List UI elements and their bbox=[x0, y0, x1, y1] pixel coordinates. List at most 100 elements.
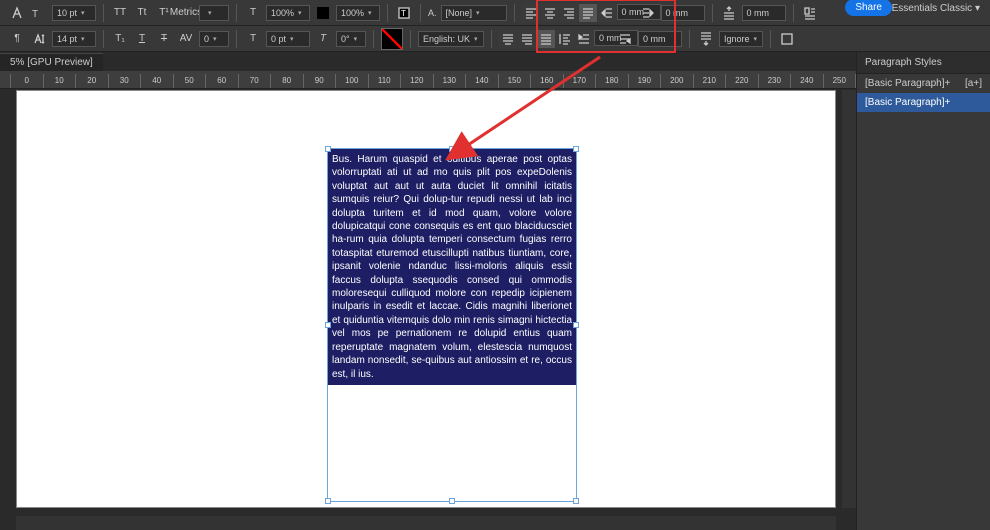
document-tab[interactable]: 5% [GPU Preview] bbox=[0, 53, 103, 71]
indent-left-icon bbox=[598, 4, 616, 22]
skew-field[interactable]: 0° bbox=[336, 31, 366, 47]
align-right-icon[interactable] bbox=[560, 4, 578, 22]
ruler-tick: 60 bbox=[205, 74, 238, 88]
horizontal-ruler[interactable]: 0102030405060708090100110120130140150160… bbox=[0, 71, 990, 89]
ruler-tick: 50 bbox=[173, 74, 206, 88]
ruler-tick: 0 bbox=[10, 74, 43, 88]
align-buttons: 0 mm bbox=[522, 4, 635, 22]
last-line-icon bbox=[616, 30, 634, 48]
ruler-tick: 30 bbox=[108, 74, 141, 88]
panel-title[interactable]: Paragraph Styles bbox=[857, 52, 990, 74]
ruler-tick: 160 bbox=[530, 74, 563, 88]
ruler-tick: 100 bbox=[335, 74, 368, 88]
horizontal-scrollbar[interactable] bbox=[16, 516, 836, 530]
away-spine-icon[interactable] bbox=[556, 30, 574, 48]
justify-center-icon[interactable] bbox=[499, 30, 517, 48]
fill-swatch[interactable] bbox=[381, 28, 403, 50]
ruler-tick: 40 bbox=[140, 74, 173, 88]
justify-left-icon[interactable] bbox=[579, 4, 597, 22]
ruler-tick: 250 bbox=[823, 74, 856, 88]
handle-tm[interactable] bbox=[449, 146, 455, 152]
control-panel: Share Essentials Classic ▾ T 10 pt TT Tt… bbox=[0, 0, 990, 52]
space-before-icon bbox=[720, 4, 738, 22]
kerning-field[interactable] bbox=[199, 5, 229, 21]
hscale2-field[interactable]: 100% bbox=[336, 5, 380, 21]
ruler-tick: 190 bbox=[628, 74, 661, 88]
handle-br[interactable] bbox=[573, 498, 579, 504]
char-style-field[interactable]: [None] bbox=[441, 5, 507, 21]
handle-tl[interactable] bbox=[325, 146, 331, 152]
hscale-field[interactable]: 100% bbox=[266, 5, 310, 21]
handle-bl[interactable] bbox=[325, 498, 331, 504]
leading-icon bbox=[30, 30, 48, 48]
align-left-icon[interactable] bbox=[522, 4, 540, 22]
language-field[interactable]: English: UK bbox=[418, 31, 484, 47]
ruler-tick: 210 bbox=[693, 74, 726, 88]
font-size-icon: T bbox=[30, 4, 48, 22]
skew-icon: T bbox=[314, 30, 332, 48]
style-label: [Basic Paragraph]+ bbox=[865, 97, 950, 108]
smallcaps-icon[interactable]: Tt bbox=[133, 4, 151, 22]
first-line-icon bbox=[575, 30, 593, 48]
indent-right-icon bbox=[639, 4, 657, 22]
handle-bm[interactable] bbox=[449, 498, 455, 504]
body-text[interactable]: Bus. Harum quaspid et oditibus aperae po… bbox=[328, 149, 576, 385]
indent-right-field[interactable]: 0 mm bbox=[661, 5, 705, 21]
ruler-tick: 20 bbox=[75, 74, 108, 88]
para-icon[interactable]: ¶ bbox=[8, 30, 26, 48]
tracking-field[interactable]: 0 bbox=[199, 31, 229, 47]
ruler-tick: 130 bbox=[433, 74, 466, 88]
workspace-switcher[interactable]: Essentials Classic ▾ bbox=[892, 3, 980, 14]
ruler-tick: 170 bbox=[563, 74, 596, 88]
baseline-field[interactable]: 0 pt bbox=[266, 31, 310, 47]
handle-mr[interactable] bbox=[573, 322, 579, 328]
underline-icon[interactable]: T bbox=[133, 30, 151, 48]
dropcap-lines-icon[interactable] bbox=[801, 4, 819, 22]
ruler-tick: 150 bbox=[498, 74, 531, 88]
char-icon[interactable] bbox=[8, 4, 26, 22]
char-style-label: A. bbox=[428, 8, 437, 18]
strike-icon[interactable]: T bbox=[155, 30, 173, 48]
shading-icon[interactable] bbox=[778, 30, 796, 48]
ruler-tick: 110 bbox=[368, 74, 401, 88]
ruler-tick: 10 bbox=[43, 74, 76, 88]
hyphenate-field[interactable]: Ignore bbox=[719, 31, 763, 47]
fill-proxy[interactable]: T bbox=[395, 4, 413, 22]
handle-tr[interactable] bbox=[573, 146, 579, 152]
ruler-tick: 240 bbox=[790, 74, 823, 88]
handle-ml[interactable] bbox=[325, 322, 331, 328]
edit-icon[interactable]: [a+] bbox=[965, 78, 982, 89]
space-after-icon bbox=[697, 30, 715, 48]
justify-right-icon[interactable] bbox=[518, 30, 536, 48]
align-center-icon[interactable] bbox=[541, 4, 559, 22]
text-frame[interactable]: Bus. Harum quaspid et oditibus aperae po… bbox=[327, 148, 577, 502]
ruler-tick: 70 bbox=[238, 74, 271, 88]
ruler-tick: 220 bbox=[725, 74, 758, 88]
justify-all-icon[interactable] bbox=[537, 30, 555, 48]
paragraph-styles-panel: Paragraph Styles [Basic Paragraph]+[a+] … bbox=[856, 52, 990, 530]
subscript-icon[interactable]: T₁ bbox=[111, 30, 129, 48]
style-label: [Basic Paragraph]+ bbox=[865, 78, 950, 89]
ruler-tick: 200 bbox=[660, 74, 693, 88]
svg-text:T: T bbox=[401, 9, 406, 18]
control-row-1: T 10 pt TT Tt T¹ Metrics T 100% 100% T A… bbox=[0, 0, 990, 26]
space-before-field[interactable]: 0 mm bbox=[742, 5, 786, 21]
last-line-field[interactable]: 0 mm bbox=[638, 31, 682, 47]
hscale-icon: T bbox=[244, 4, 262, 22]
ruler-tick: 120 bbox=[400, 74, 433, 88]
char-a-icon bbox=[314, 4, 332, 22]
ruler-tick: 140 bbox=[465, 74, 498, 88]
font-size-field[interactable]: 10 pt bbox=[52, 5, 96, 21]
allcaps-icon[interactable]: TT bbox=[111, 4, 129, 22]
style-basic-paragraph-selected[interactable]: [Basic Paragraph]+ bbox=[857, 93, 990, 112]
vertical-scrollbar[interactable] bbox=[842, 90, 856, 508]
ruler-tick: 180 bbox=[595, 74, 628, 88]
document-page[interactable]: Bus. Harum quaspid et oditibus aperae po… bbox=[16, 90, 836, 508]
share-button[interactable]: Share bbox=[845, 0, 892, 16]
tracking-icon: AV bbox=[177, 30, 195, 48]
style-basic-paragraph[interactable]: [Basic Paragraph]+ [a+] bbox=[857, 74, 990, 93]
metrics-label: Metrics bbox=[177, 4, 195, 22]
control-row-2: ¶ 14 pt T₁ T T AV 0 T 0 pt T 0° English:… bbox=[0, 26, 990, 52]
leading-field[interactable]: 14 pt bbox=[52, 31, 96, 47]
svg-text:T: T bbox=[32, 9, 38, 20]
